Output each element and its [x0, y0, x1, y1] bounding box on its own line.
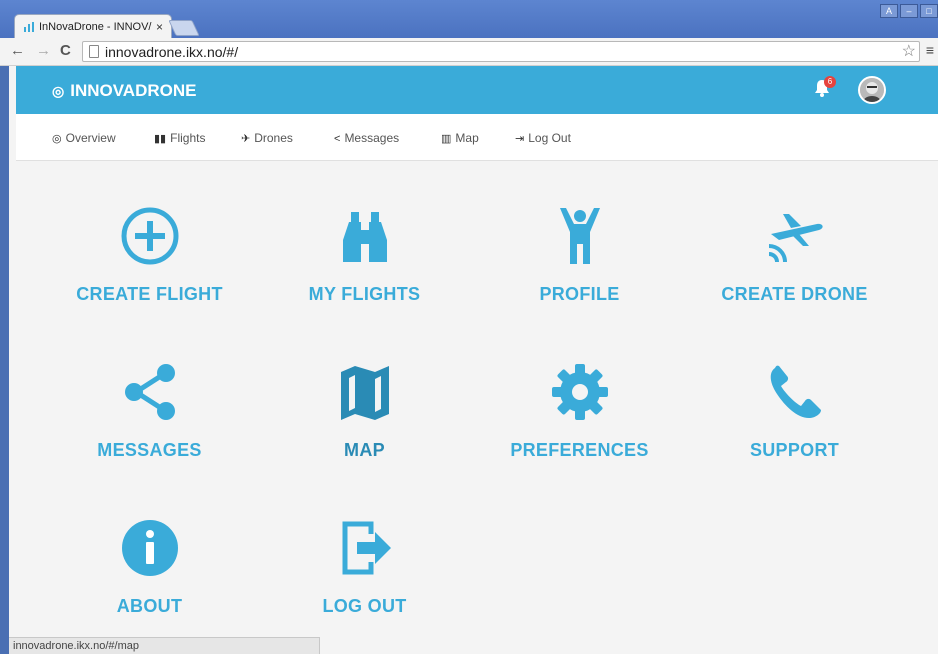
tile-label: MAP: [344, 440, 385, 460]
tile-messages[interactable]: MESSAGES: [42, 362, 257, 460]
target-icon: ◎: [52, 83, 65, 99]
target-icon: ◎: [52, 133, 62, 145]
maximize-button[interactable]: □: [920, 4, 938, 18]
subnav-label: Log Out: [528, 131, 571, 145]
plane-icon: ✈: [241, 133, 251, 145]
reload-button[interactable]: C: [60, 42, 71, 59]
tile-label: SUPPORT: [749, 440, 840, 460]
map-icon: [340, 366, 389, 420]
tile-label: PREFERENCES: [510, 440, 649, 460]
info-icon: [121, 520, 178, 576]
forward-button[interactable]: →: [36, 42, 51, 59]
tile-preferences[interactable]: PREFERENCES: [472, 362, 687, 460]
map-icon: ▥: [441, 133, 452, 145]
share-icon: <: [334, 133, 341, 145]
page-viewport: ◎ INNOVADRONE 6 ◎ Overview ▮▮ Flights ✈ Dron…: [9, 66, 938, 654]
brand-name: INNOVADRONE: [70, 81, 197, 100]
browser-titlebar: InNovaDrone - INNOV/ × A – □: [0, 0, 938, 38]
share-icon: [124, 364, 175, 420]
browser-menu-icon[interactable]: ≡: [926, 42, 934, 58]
url-text: innovadrone.ikx.no/#/: [105, 44, 239, 60]
tile-label: MY FLIGHTS: [308, 284, 421, 304]
tile-create-drone[interactable]: CREATE DRONE: [687, 206, 902, 304]
tile-about[interactable]: ABOUT: [42, 518, 257, 616]
tile-label: LOG OUT: [322, 596, 407, 616]
tile-create-flight[interactable]: CREATE FLIGHT: [42, 206, 257, 304]
logout-icon: ⇥: [515, 133, 525, 145]
subnav-item-flights[interactable]: ▮▮ Flights: [154, 131, 205, 145]
binoculars-icon: [342, 212, 387, 262]
tile-label: PROFILE: [539, 284, 620, 304]
tile-support[interactable]: SUPPORT: [687, 362, 902, 460]
subnav-item-map[interactable]: ▥ Map: [441, 131, 479, 145]
browser-tab[interactable]: InNovaDrone - INNOV/ ×: [14, 14, 172, 38]
address-bar[interactable]: innovadrone.ikx.no/#/: [82, 41, 920, 62]
binoculars-icon: ▮▮: [154, 133, 167, 145]
tile-log-out[interactable]: LOG OUT: [257, 518, 472, 616]
tile-map[interactable]: MAP: [257, 362, 472, 460]
phone-icon: [770, 365, 821, 418]
bar-chart-icon: [24, 22, 34, 32]
minimize-button[interactable]: –: [900, 4, 918, 18]
subnav-item-logout[interactable]: ⇥ Log Out: [515, 131, 571, 145]
user-button[interactable]: A: [880, 4, 898, 18]
back-button[interactable]: ←: [10, 42, 25, 59]
logout-icon: [342, 521, 391, 575]
status-bar: innovadrone.ikx.no/#/map: [9, 637, 320, 654]
subnav-item-overview[interactable]: ◎ Overview: [52, 131, 116, 145]
notification-badge: 6: [824, 76, 836, 88]
tile-profile[interactable]: PROFILE: [472, 206, 687, 304]
bookmark-star-icon[interactable]: ☆: [902, 41, 916, 61]
browser-toolbar: ← → C innovadrone.ikx.no/#/ ☆ ≡: [0, 38, 938, 66]
app-header: ◎ INNOVADRONE 6: [16, 66, 938, 114]
person-icon: [559, 208, 600, 264]
new-tab-button[interactable]: [168, 20, 200, 36]
subnav-label: Messages: [344, 131, 400, 145]
subnav-label: Drones: [254, 131, 293, 145]
gear-icon: [551, 364, 608, 420]
tile-label: CREATE DRONE: [721, 284, 868, 304]
subnav-label: Map: [455, 131, 479, 145]
avatar[interactable]: [858, 76, 886, 104]
subnav-item-messages[interactable]: < Messages: [334, 131, 399, 145]
user-photo-icon: [860, 78, 884, 102]
tab-title: InNovaDrone - INNOV/: [39, 21, 152, 33]
subnav-item-drones[interactable]: ✈ Drones: [241, 131, 293, 145]
tile-label: CREATE FLIGHT: [76, 284, 223, 304]
brand-logo[interactable]: ◎ INNOVADRONE: [52, 81, 196, 101]
tile-label: MESSAGES: [97, 440, 202, 460]
plane-icon: [768, 214, 823, 263]
page-icon: [89, 45, 99, 58]
subnav-bar: ◎ Overview ▮▮ Flights ✈ Drones < Messages ▥ M…: [16, 114, 938, 161]
tab-close-icon[interactable]: ×: [156, 20, 163, 34]
tile-my-flights[interactable]: MY FLIGHTS: [257, 206, 472, 304]
subnav-label: Flights: [170, 131, 206, 145]
plus-circle-icon: [121, 207, 178, 265]
subnav-label: Overview: [65, 131, 116, 145]
tile-label: ABOUT: [116, 596, 183, 616]
window-controls: A – □: [880, 4, 938, 18]
